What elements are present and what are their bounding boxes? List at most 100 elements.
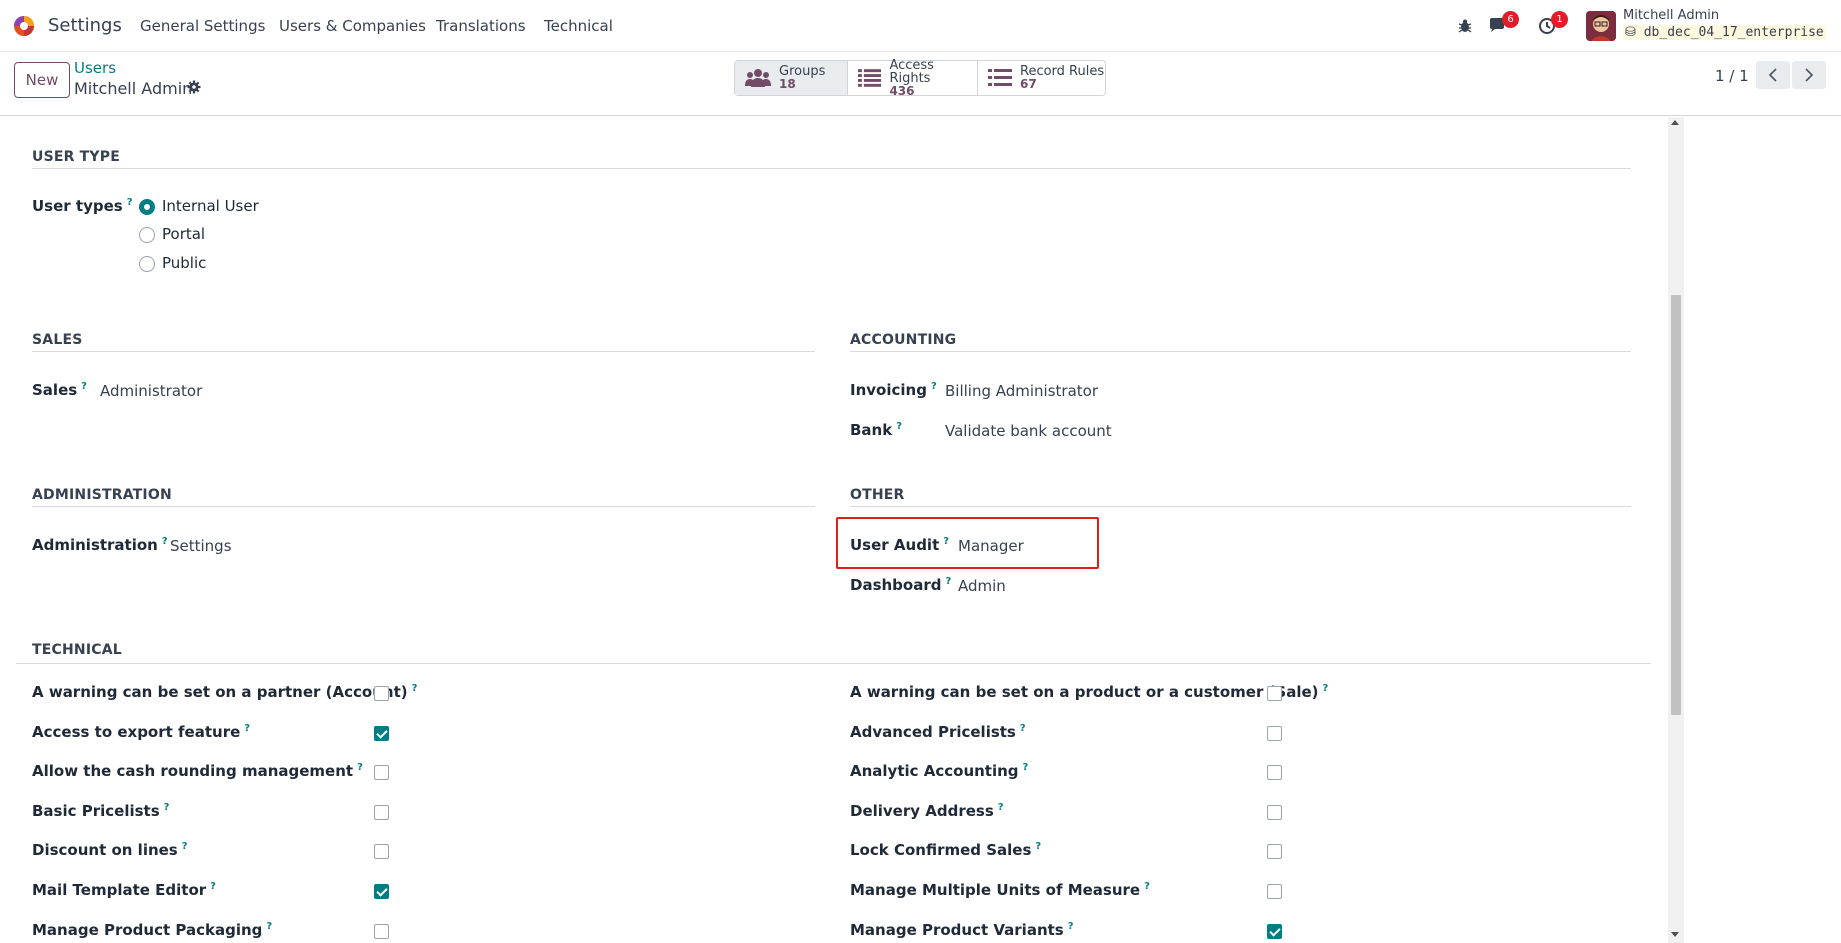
divider — [16, 663, 1651, 664]
technical-option-label: Manage Product Packaging? — [32, 921, 272, 939]
technical-option-checkbox[interactable] — [374, 884, 389, 899]
help-icon[interactable]: ? — [998, 802, 1004, 813]
section-sales: SALES — [32, 332, 83, 348]
sales-value[interactable]: Administrator — [100, 382, 202, 400]
technical-option-checkbox[interactable] — [374, 804, 389, 820]
avatar[interactable] — [1586, 11, 1616, 41]
odoo-logo-icon[interactable] — [12, 14, 36, 38]
help-icon[interactable]: ? — [162, 536, 168, 547]
scroll-up-arrow-icon[interactable] — [1671, 120, 1679, 125]
radio-public-label[interactable]: Public — [162, 254, 206, 272]
technical-option-label: Access to export feature? — [32, 723, 250, 741]
technical-option-label: A warning can be set on a partner (Accou… — [32, 683, 417, 701]
help-icon[interactable]: ? — [1144, 881, 1150, 892]
divider — [850, 506, 1631, 507]
technical-option-checkbox[interactable] — [374, 923, 389, 939]
help-icon[interactable]: ? — [943, 536, 949, 547]
new-button[interactable]: New — [14, 62, 70, 98]
menu-translations[interactable]: Translations — [436, 17, 526, 35]
administration-label-text: Administration — [32, 536, 158, 554]
help-icon[interactable]: ? — [1020, 723, 1026, 734]
database-name: ⛁ db_dec_04_17_enterprise — [1623, 25, 1826, 40]
radio-portal-label[interactable]: Portal — [162, 225, 205, 243]
technical-option-checkbox[interactable] — [1267, 804, 1282, 820]
administration-label: Administration? — [32, 536, 168, 554]
menu-technical[interactable]: Technical — [544, 17, 613, 35]
user-audit-value[interactable]: Manager — [958, 537, 1024, 555]
technical-option-checkbox[interactable] — [1267, 844, 1282, 860]
technical-option-checkbox[interactable] — [374, 844, 389, 860]
groups-smart-button[interactable]: Groups 18 — [735, 61, 848, 95]
technical-option-checkbox[interactable] — [374, 765, 389, 781]
technical-option-label: Advanced Pricelists? — [850, 723, 1026, 741]
menu-general-settings[interactable]: General Settings — [140, 17, 265, 35]
activity-clock-icon[interactable]: 1 — [1535, 11, 1568, 38]
breadcrumb-users-link[interactable]: Users — [74, 59, 116, 77]
help-icon[interactable]: ? — [127, 197, 133, 208]
technical-option-checkbox[interactable] — [1267, 765, 1282, 781]
user-types-label-text: User types — [32, 197, 123, 215]
technical-option-checkbox[interactable] — [1267, 725, 1282, 741]
divider — [32, 351, 815, 352]
help-icon[interactable]: ? — [896, 421, 902, 432]
technical-option-checkbox[interactable] — [1267, 686, 1282, 701]
chat-icon[interactable]: 6 — [1486, 11, 1519, 38]
pager-previous-button[interactable] — [1756, 61, 1790, 89]
debug-bug-icon[interactable] — [1453, 14, 1477, 38]
help-icon[interactable]: ? — [164, 802, 170, 813]
section-user-type: USER TYPE — [32, 149, 120, 165]
technical-option-checkbox[interactable] — [1267, 884, 1282, 899]
help-icon[interactable]: ? — [1023, 762, 1029, 773]
help-icon[interactable]: ? — [1323, 683, 1329, 694]
user-name[interactable]: Mitchell Admin — [1623, 8, 1719, 23]
technical-option-text: Advanced Pricelists — [850, 722, 1016, 741]
help-icon[interactable]: ? — [182, 841, 188, 852]
administration-value[interactable]: Settings — [170, 537, 232, 555]
list-icon — [988, 69, 1012, 86]
form-sheet: USER TYPE User types? Internal User Port… — [0, 117, 1668, 943]
help-icon[interactable]: ? — [412, 683, 418, 694]
menu-users-companies[interactable]: Users & Companies — [279, 17, 426, 35]
help-icon[interactable]: ? — [931, 381, 937, 392]
radio-internal-user-label[interactable]: Internal User — [162, 197, 259, 215]
section-administration: ADMINISTRATION — [32, 487, 172, 503]
help-icon[interactable]: ? — [1035, 841, 1041, 852]
technical-option-text: A warning can be set on a product or a c… — [850, 683, 1319, 701]
pager-next-button[interactable] — [1792, 61, 1826, 89]
help-icon[interactable]: ? — [945, 576, 951, 587]
help-icon[interactable]: ? — [1068, 921, 1074, 932]
technical-option-label: Delivery Address? — [850, 802, 1004, 820]
database-label: db_dec_04_17_enterprise — [1643, 25, 1824, 40]
help-icon[interactable]: ? — [244, 723, 250, 734]
chat-badge: 6 — [1502, 11, 1519, 28]
record-rules-smart-button[interactable]: Record Rules 67 — [978, 61, 1105, 95]
scrollbar-thumb[interactable] — [1671, 295, 1681, 715]
technical-option-checkbox[interactable] — [374, 686, 389, 701]
bank-value[interactable]: Validate bank account — [945, 422, 1112, 440]
app-title[interactable]: Settings — [48, 15, 122, 36]
dashboard-value[interactable]: Admin — [958, 577, 1006, 595]
pager-value[interactable]: 1 / 1 — [1715, 67, 1749, 85]
chevron-right-icon — [1805, 68, 1814, 82]
help-icon[interactable]: ? — [266, 921, 272, 932]
scroll-down-arrow-icon[interactable] — [1671, 932, 1679, 937]
technical-option-checkbox[interactable] — [1267, 923, 1282, 939]
help-icon[interactable]: ? — [357, 762, 363, 773]
database-icon: ⛁ — [1625, 25, 1636, 40]
help-icon[interactable]: ? — [81, 381, 87, 392]
access-rights-smart-button[interactable]: Access Rights 436 — [848, 59, 978, 97]
technical-option-text: Allow the cash rounding management — [32, 762, 354, 781]
section-technical: TECHNICAL — [32, 642, 122, 658]
radio-public[interactable] — [139, 256, 155, 272]
radio-portal[interactable] — [139, 227, 155, 243]
divider — [32, 168, 1631, 169]
user-types-label: User types? — [32, 197, 133, 215]
radio-internal-user[interactable] — [139, 199, 155, 215]
technical-option-text: Manage Product Packaging — [32, 920, 263, 939]
invoicing-value[interactable]: Billing Administrator — [945, 382, 1098, 400]
gear-icon[interactable] — [187, 80, 201, 94]
help-icon[interactable]: ? — [210, 881, 216, 892]
technical-option-text: A warning can be set on a partner (Accou… — [32, 683, 408, 701]
technical-option-checkbox[interactable] — [374, 725, 389, 741]
list-icon — [858, 69, 882, 87]
